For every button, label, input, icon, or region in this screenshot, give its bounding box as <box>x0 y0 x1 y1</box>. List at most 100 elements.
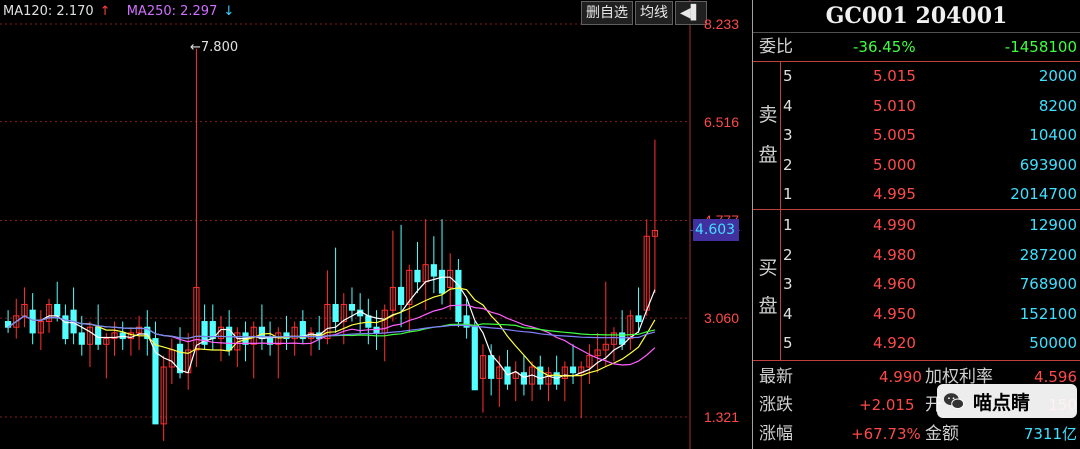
sell-row: 4 5.010 8200 <box>783 93 1077 119</box>
sell-row: 2 5.000 693900 <box>783 152 1077 178</box>
level-price: 4.990 <box>873 216 916 234</box>
y-tick-label: 3.060 <box>703 310 739 326</box>
peak-label: ←7.800 <box>190 40 239 55</box>
arrow-up-icon: ↑ <box>99 4 111 19</box>
level-number: 4 <box>783 304 793 323</box>
sell-row: 3 5.005 10400 <box>783 122 1077 148</box>
level-volume: 287200 <box>1019 245 1077 264</box>
candle-down <box>455 269 462 323</box>
level-volume: 12900 <box>1029 216 1077 234</box>
candle-down <box>29 309 36 334</box>
watermark-text: 喵点睛 <box>973 391 1031 414</box>
candle-down <box>54 303 61 317</box>
sell-label: 盘 <box>758 144 778 166</box>
pct-row: 涨幅 +67.73% 金额 7311亿 <box>759 421 1077 447</box>
level-price: 5.010 <box>873 96 916 115</box>
level-price: 4.960 <box>873 275 916 293</box>
change-label: 涨跌 <box>759 395 793 415</box>
divider-line <box>753 360 1080 361</box>
level-price: 4.980 <box>873 245 916 264</box>
level-volume: 152100 <box>1019 304 1077 323</box>
level-price: 5.000 <box>873 155 916 174</box>
level-volume: 2000 <box>1038 67 1077 85</box>
arrow-down-icon: ↓ <box>223 4 235 19</box>
average-line-button[interactable]: 均线 <box>635 1 673 25</box>
peak-value: 7.800 <box>200 40 239 55</box>
ma250-value: MA250: 2.297 <box>126 4 218 19</box>
candle-down <box>332 303 339 323</box>
current-price-tag: 4.603 <box>693 219 739 241</box>
level-number: 1 <box>783 216 793 234</box>
candle-down <box>471 326 478 391</box>
ma120-label: MA120: 2.170 ↑ <box>3 4 117 19</box>
candle-down <box>520 372 527 385</box>
y-tick-label: 6.516 <box>703 114 739 130</box>
candle-down <box>488 355 495 379</box>
level-number: 4 <box>783 96 793 115</box>
divider-line <box>780 210 781 360</box>
level-volume: 768900 <box>1019 275 1077 293</box>
level-volume: 10400 <box>1029 126 1077 144</box>
candle-down <box>635 315 642 323</box>
buy-label: 买 <box>758 257 778 279</box>
level-price: 4.950 <box>873 304 916 323</box>
level-number: 3 <box>783 275 793 293</box>
level-number: 2 <box>783 155 793 174</box>
candle-down <box>569 366 577 374</box>
level-number: 1 <box>783 185 793 203</box>
level-volume: 50000 <box>1029 334 1077 352</box>
ma-legend: MA120: 2.170 ↑ MA250: 2.297 ↓ <box>3 4 246 19</box>
level-number: 3 <box>783 126 793 144</box>
security-title: GC001 204001 <box>753 0 1080 33</box>
buy-row: 5 4.920 50000 <box>783 330 1077 356</box>
ma5-line <box>7 276 656 380</box>
candle-down <box>348 303 356 311</box>
divider-line <box>780 62 781 209</box>
buy-row: 2 4.980 287200 <box>783 242 1077 268</box>
amount-label: 金额 <box>925 424 959 444</box>
buy-label: 盘 <box>758 295 778 317</box>
level-volume: 2014700 <box>1010 185 1077 203</box>
collapse-arrow-icon[interactable]: ◀▌ <box>675 1 707 25</box>
sell-row: 1 4.995 2014700 <box>783 181 1077 207</box>
amount-value: 7311亿 <box>1023 425 1077 443</box>
buy-row: 1 4.990 12900 <box>783 212 1077 238</box>
y-tick-label: 8.233 <box>703 16 739 32</box>
change-value: +2.015 <box>859 396 915 414</box>
candle-down <box>398 286 405 305</box>
weibi-percent: -36.45% <box>853 38 916 56</box>
pct-label: 涨幅 <box>759 424 793 444</box>
quote-panel: GC001 204001 委比 -36.45% -1458100 卖 盘 5 5.… <box>753 0 1080 449</box>
buy-row: 3 4.960 768900 <box>783 271 1077 297</box>
weibi-row: 委比 -36.45% -1458100 <box>759 34 1077 60</box>
candle-down <box>78 332 85 345</box>
ma120-value: MA120: 2.170 <box>3 4 94 19</box>
level-number: 2 <box>783 245 793 264</box>
level-price: 5.005 <box>873 126 916 144</box>
latest-value: 4.990 <box>879 368 922 386</box>
buy-row: 4 4.950 152100 <box>783 301 1077 327</box>
pct-value: +67.73% <box>851 425 921 443</box>
level-number: 5 <box>783 334 793 352</box>
weibi-diff: -1458100 <box>1004 38 1077 56</box>
wechat-icon <box>943 393 965 409</box>
latest-label: 最新 <box>759 367 793 387</box>
candle-down <box>438 269 446 294</box>
candle-down <box>430 264 437 277</box>
level-price: 4.995 <box>873 185 916 203</box>
level-number: 5 <box>783 67 793 85</box>
divider-line <box>753 209 1080 210</box>
y-tick-label: 1.321 <box>703 409 739 425</box>
level-volume: 693900 <box>1019 155 1077 174</box>
delete-watchlist-button[interactable]: 删自选 <box>581 1 633 25</box>
level-price: 4.920 <box>873 334 916 352</box>
kline-canvas[interactable] <box>0 0 752 449</box>
sell-label: 卖 <box>758 104 778 126</box>
chart-toolbar: 删自选 均线 ◀▌ <box>579 1 707 25</box>
candle-down <box>414 269 421 283</box>
divider-line <box>753 61 1080 62</box>
weibi-label: 委比 <box>759 37 793 57</box>
kline-chart[interactable]: MA120: 2.170 ↑ MA250: 2.297 ↓ 删自选 均线 ◀▌ 8.… <box>0 0 752 449</box>
level-price: 5.015 <box>873 67 916 85</box>
ma20-line <box>7 304 656 366</box>
